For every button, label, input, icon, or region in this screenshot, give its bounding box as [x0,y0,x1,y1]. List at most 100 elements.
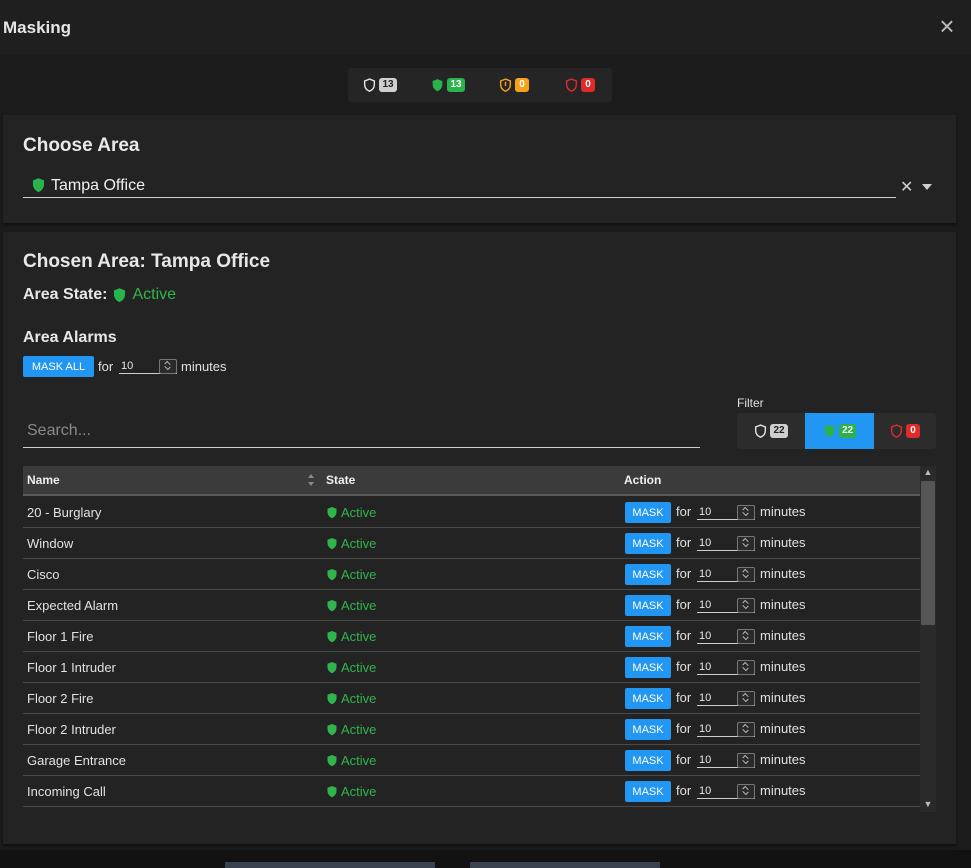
alarm-name: Floor 1 Fire [27,629,94,644]
scrollbar-thumb[interactable] [921,481,935,625]
alarm-state: Active [326,691,376,706]
alarm-state-text: Active [341,598,377,613]
filter-active-button[interactable]: 22 [805,413,874,449]
alarm-state: Active [326,598,376,613]
choose-area-card: Choose Area Tampa Office ✕ [3,115,956,223]
column-header-name[interactable]: Name [27,473,60,487]
column-header-state[interactable]: State [326,473,355,487]
alarm-state: Active [326,660,376,675]
summary-warning[interactable]: 0 [484,68,544,102]
stepper-icon[interactable] [737,784,755,799]
row-for-label: for [676,690,692,705]
alarm-state-text: Active [341,660,377,675]
mask-button[interactable]: MASK [625,626,671,647]
row-minutes-label: minutes [760,752,806,767]
stepper-icon[interactable] [737,691,755,706]
row-minutes-input[interactable]: 10 [697,598,755,613]
row-minutes-input[interactable]: 10 [697,660,755,675]
alarm-name: Cisco [27,567,60,582]
caret-down-icon[interactable] [922,184,932,190]
alarm-state-text: Active [341,722,377,737]
area-select-value: Tampa Office [51,177,145,194]
scroll-up-icon[interactable]: ▲ [923,467,933,479]
mask-all-minutes-input[interactable]: 10 [119,359,177,374]
mask-button[interactable]: MASK [625,564,671,585]
filter-label: Filter [737,396,764,410]
row-minutes-label: minutes [760,535,806,550]
stepper-icon[interactable] [737,536,755,551]
row-minutes-input[interactable]: 10 [697,567,755,582]
stepper-icon[interactable] [159,359,177,374]
stepper-icon[interactable] [737,567,755,582]
alarm-name: Garage Entrance [27,753,127,768]
shield-filled-green-icon [327,507,337,519]
row-minutes-input[interactable]: 10 [697,629,755,644]
stepper-icon[interactable] [737,753,755,768]
mask-button[interactable]: MASK [625,657,671,678]
alarm-state: Active [326,784,376,799]
alarm-state: Active [326,505,376,520]
filter-toggle-group: 22 22 0 [737,413,936,449]
mask-button[interactable]: MASK [625,502,671,523]
search-field[interactable] [23,413,701,448]
mask-all-button[interactable]: MASK ALL [23,356,94,377]
shield-filled-green-icon [327,724,337,736]
summary-active[interactable]: 13 [418,68,478,102]
mask-button[interactable]: MASK [625,595,671,616]
row-minutes-value: 10 [699,785,712,797]
alarm-state: Active [326,567,376,582]
row-minutes-value: 10 [699,568,712,580]
summary-active-count: 13 [447,78,465,92]
close-icon[interactable]: × [936,13,958,39]
row-minutes-input[interactable]: 10 [697,784,755,799]
stepper-icon[interactable] [737,598,755,613]
alarm-name: Floor 2 Intruder [27,722,116,737]
summary-alarm[interactable]: 0 [550,68,610,102]
stepper-icon[interactable] [737,505,755,520]
alarm-name: Floor 2 Fire [27,691,94,706]
filter-alarm-button[interactable]: 0 [874,413,936,449]
summary-total[interactable]: 13 [350,68,410,102]
mask-button[interactable]: MASK [625,533,671,554]
row-for-label: for [676,752,692,767]
row-minutes-input[interactable]: 10 [697,505,755,520]
mask-button[interactable]: MASK [625,688,671,709]
row-for-label: for [676,628,692,643]
scroll-down-icon[interactable]: ▼ [923,799,933,811]
table-row: Floor 1 Fire Active MASK for 10 minutes [23,620,920,652]
stepper-icon[interactable] [737,722,755,737]
row-minutes-value: 10 [699,506,712,518]
stepper-icon[interactable] [737,629,755,644]
row-for-label: for [676,597,692,612]
search-input[interactable] [23,419,701,443]
area-select[interactable]: Tampa Office [23,171,896,198]
alarm-state: Active [326,536,376,551]
shield-filled-green-icon [327,569,337,581]
table-scrollbar[interactable]: ▲ ▼ [920,466,936,812]
filter-all-button[interactable]: 22 [737,413,805,449]
clear-icon[interactable]: ✕ [900,177,913,197]
summary-total-count: 13 [379,78,397,92]
row-minutes-input[interactable]: 10 [697,753,755,768]
alarm-name: Floor 1 Intruder [27,660,116,675]
shield-warning-icon [499,78,512,92]
alarm-name: Incoming Call [27,784,106,799]
mask-button[interactable]: MASK [625,781,671,802]
row-minutes-label: minutes [760,597,806,612]
row-minutes-input[interactable]: 10 [697,536,755,551]
row-minutes-input[interactable]: 10 [697,691,755,706]
stepper-icon[interactable] [737,660,755,675]
shield-outline-red-icon [565,78,578,92]
mask-button[interactable]: MASK [625,719,671,740]
summary-alarm-count: 0 [581,78,595,92]
alarm-state: Active [326,753,376,768]
table-row: Floor 1 Intruder Active MASK for 10 minutes [23,651,920,683]
row-minutes-label: minutes [760,566,806,581]
mask-button[interactable]: MASK [625,750,671,771]
filter-all-count: 22 [770,424,788,438]
shield-filled-green-icon [327,755,337,767]
filter-alarm-count: 0 [906,424,920,438]
sort-icon[interactable] [307,473,315,487]
shield-filled-green-icon [327,538,337,550]
row-minutes-input[interactable]: 10 [697,722,755,737]
